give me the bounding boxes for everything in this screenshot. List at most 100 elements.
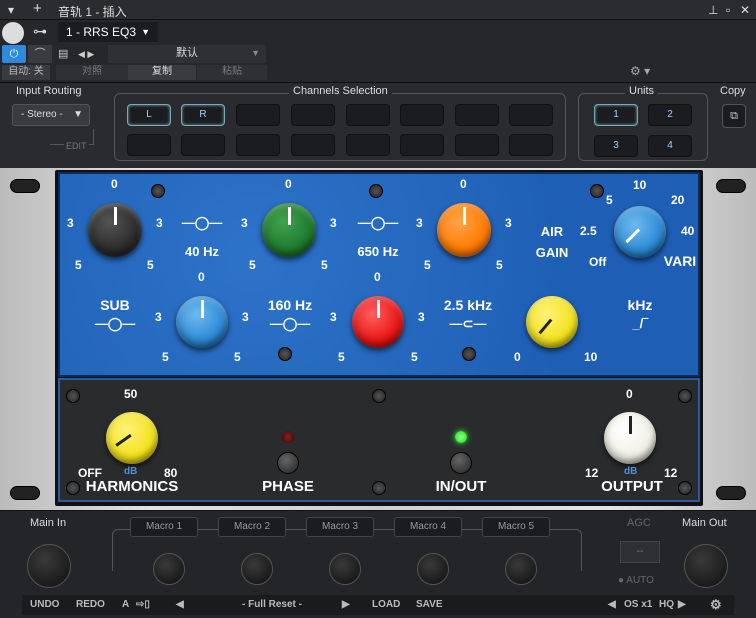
channel-button[interactable] [181,134,225,156]
auto-toggle[interactable]: ● AUTO [618,575,654,586]
os-prev-icon[interactable]: ◀ [608,595,616,615]
tick-label: 10 [584,350,598,364]
tick-label: 10 [633,178,647,192]
power-button[interactable]: ⏻ [2,45,26,63]
next-preset-icon[interactable]: ▶ [342,595,350,615]
unit-1-button[interactable]: 1 [594,104,638,126]
sub-label: SUB [100,297,130,313]
output-knob[interactable] [604,412,656,464]
auto-label: AUTO [626,575,654,586]
preset-selector[interactable]: 默认 ▼ [108,45,266,63]
channel-button[interactable] [455,134,499,156]
channel-button[interactable] [236,134,280,156]
screw [462,347,476,361]
macro-1-button[interactable]: Macro 1 [130,517,198,537]
redo-button[interactable]: REDO [76,595,105,615]
undo-button[interactable]: UNDO [30,595,59,615]
harmonics-knob[interactable] [106,412,158,464]
screw [372,389,386,403]
main-in-knob[interactable] [27,544,71,588]
channel-l-button[interactable]: L [127,104,171,126]
phase-led [282,431,294,443]
channel-button[interactable] [127,134,171,156]
footer-preset-name[interactable]: - Full Reset - [192,595,352,615]
macro-3-knob[interactable] [329,553,361,585]
screw [678,481,692,495]
channel-button[interactable] [346,134,390,156]
channel-r-button[interactable]: R [181,104,225,126]
settings-gear-icon[interactable]: ⚙ [710,595,722,615]
channel-button[interactable] [400,104,444,126]
inout-switch[interactable] [450,452,472,474]
automation-off-button[interactable]: 自动: 关 [2,65,50,80]
pin-icon[interactable]: ⊥ [708,3,718,17]
channel-button[interactable] [509,104,553,126]
window-menu-icon[interactable]: ▾ [8,3,14,17]
hq-toggle[interactable]: HQ [659,595,674,615]
io-panel: Input Routing - Stereo - ▼ EDIT Channels … [0,82,756,168]
restore-icon[interactable]: ▫ [726,3,730,17]
copy-units-icon[interactable]: ⧉ [722,104,746,128]
high-mid-gain-knob[interactable] [437,203,491,257]
air-gain-knob[interactable] [614,206,666,258]
compare-button[interactable]: 对照 [56,65,128,80]
low-mid-gain-knob[interactable] [262,203,316,257]
os-next-icon[interactable]: ▶ [678,595,686,615]
plugin-selector[interactable]: 1 - RRS EQ3 ▼ [58,22,158,42]
add-icon[interactable]: + [33,1,42,16]
macro-5-knob[interactable] [505,553,537,585]
freq-2-5khz: 2.5 kHz [443,297,493,313]
agc-value[interactable]: -- [620,541,660,563]
macro-4-knob[interactable] [417,553,449,585]
ab-copy-icon[interactable]: ⇨▯ [136,595,150,615]
plugin-header: ⊶ 1 - RRS EQ3 ▼ ⏻ ⌒ ▤ ◀ ▶ 默认 ▼ 自动: 关 对照 复制… [0,20,756,82]
tick-label: 0 [374,270,381,284]
oversampling-value[interactable]: OS x1 [624,595,652,615]
routing-icon[interactable]: ⊶ [30,24,50,38]
sub-gain-knob[interactable] [176,296,228,348]
tick-label: 3 [330,216,337,230]
freq-40hz: 40 Hz [185,244,219,259]
unit-2-button[interactable]: 2 [648,104,692,126]
input-routing-dropdown[interactable]: - Stereo - ▼ [12,104,90,126]
unit-3-button[interactable]: 3 [594,135,638,157]
edit-button[interactable]: EDIT [64,141,89,151]
macro-1-knob[interactable] [153,553,185,585]
a-button[interactable]: A [122,595,129,615]
screw [678,389,692,403]
macro-5-button[interactable]: Macro 5 [482,517,550,537]
mid-gain-knob[interactable] [352,296,404,348]
presence-knob[interactable] [526,296,578,348]
channel-button[interactable] [509,134,553,156]
paste-button[interactable]: 粘贴 [197,65,267,80]
copy-button[interactable]: 复制 [128,65,196,80]
tick-label: 5 [162,350,169,364]
tick-label: 0 [198,270,205,284]
prev-next-preset[interactable]: ◀ ▶ [78,45,106,63]
close-icon[interactable]: ✕ [740,3,750,17]
macro-3-button[interactable]: Macro 3 [306,517,374,537]
channel-button[interactable] [400,134,444,156]
macro-2-knob[interactable] [241,553,273,585]
phase-switch[interactable] [277,452,299,474]
eq-curve-icon: —◯— [357,215,399,230]
file-icon[interactable]: ▤ [58,45,74,63]
low-gain-knob[interactable] [88,203,142,257]
channel-button[interactable] [346,104,390,126]
channel-button[interactable] [291,104,335,126]
phase-label: PHASE [262,478,314,495]
automation-icon[interactable]: ⌒ [28,45,52,63]
channel-button[interactable] [455,104,499,126]
tick-label: 0 [111,177,118,191]
load-button[interactable]: LOAD [372,595,400,615]
settings-gear-icon[interactable]: ⚙ ▾ [630,64,662,80]
macro-4-button[interactable]: Macro 4 [394,517,462,537]
save-button[interactable]: SAVE [416,595,443,615]
unit-4-button[interactable]: 4 [648,135,692,157]
channel-button[interactable] [236,104,280,126]
macro-2-button[interactable]: Macro 2 [218,517,286,537]
shelf-curve-icon: _/‾ [632,316,648,331]
channel-button[interactable] [291,134,335,156]
main-out-knob[interactable] [684,544,728,588]
prev-preset-icon[interactable]: ◀ [176,595,184,615]
